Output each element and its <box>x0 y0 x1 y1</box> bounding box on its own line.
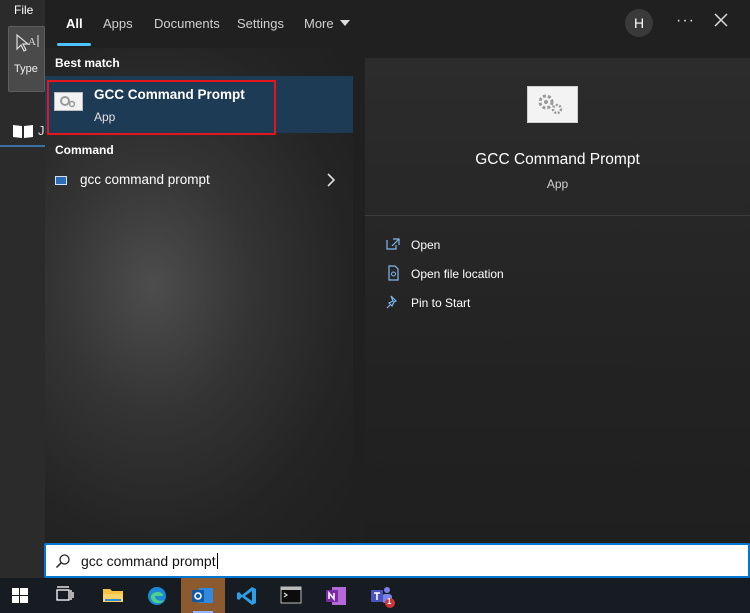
sidebar-letter: J <box>38 123 45 138</box>
start-button[interactable] <box>0 578 44 613</box>
file-menu[interactable]: File <box>14 3 33 17</box>
active-tab-indicator <box>57 43 91 46</box>
tab-more-label: More <box>304 16 334 31</box>
open-file-location-label: Open file location <box>411 267 504 281</box>
open-action-label: Open <box>411 238 441 252</box>
console-icon <box>55 176 67 185</box>
outlook-icon <box>192 588 213 603</box>
best-match-subtitle: App <box>94 110 116 124</box>
gear-app-icon <box>54 92 83 111</box>
open-action[interactable]: Open <box>385 234 635 256</box>
tab-all[interactable]: All <box>66 16 83 31</box>
pin-to-start-action[interactable]: Pin to Start <box>385 292 635 314</box>
book-icon <box>13 125 33 138</box>
folder-icon <box>103 589 123 602</box>
pin-icon <box>386 295 398 309</box>
command-result[interactable]: gcc command prompt <box>45 166 353 194</box>
command-heading: Command <box>55 143 114 157</box>
task-view-button[interactable] <box>44 578 88 613</box>
edge-button[interactable] <box>136 578 180 613</box>
tab-documents[interactable]: Documents <box>154 16 220 31</box>
notification-badge: 1 <box>387 597 392 606</box>
best-match-heading: Best match <box>55 56 120 70</box>
svg-text:A: A <box>28 36 36 48</box>
tab-settings[interactable]: Settings <box>237 16 284 31</box>
search-query: gcc command prompt <box>81 553 218 569</box>
preview-title: GCC Command Prompt <box>475 151 640 168</box>
pin-to-start-label: Pin to Start <box>411 296 471 310</box>
type-tool-button[interactable]: A Type <box>8 26 45 92</box>
gear-icon <box>538 94 563 115</box>
vscode-icon <box>237 587 256 605</box>
close-icon[interactable] <box>713 12 729 28</box>
caret-down-icon <box>339 20 350 26</box>
search-query-text: gcc command prompt <box>81 553 216 569</box>
more-options-button[interactable]: ··· <box>676 12 695 30</box>
teams-icon <box>371 587 395 608</box>
onenote-icon <box>326 587 346 605</box>
vscode-button[interactable] <box>226 578 270 613</box>
task-view-icon <box>56 586 74 601</box>
text-cursor-icon: A <box>16 33 39 52</box>
file-explorer-button[interactable] <box>91 578 135 613</box>
onenote-button[interactable] <box>315 578 359 613</box>
best-match-title: GCC Command Prompt <box>94 87 245 102</box>
chevron-right-icon[interactable] <box>326 173 336 187</box>
preview-app-icon <box>527 86 578 123</box>
file-location-icon <box>388 265 399 281</box>
preview-divider <box>365 215 750 216</box>
search-input[interactable]: gcc command prompt <box>44 543 750 578</box>
open-file-location-action[interactable]: Open file location <box>385 263 635 285</box>
preview-subtitle: App <box>546 177 569 191</box>
terminal-icon <box>280 586 302 604</box>
search-panel: All Apps Documents Settings More H ··· B… <box>45 0 750 583</box>
type-tool-label: Type <box>14 63 38 75</box>
sidebar-divider <box>0 145 45 147</box>
edge-icon <box>148 587 166 605</box>
background-app: File A Type J <box>0 0 45 583</box>
text-caret <box>216 553 218 569</box>
avatar[interactable]: H <box>625 9 653 37</box>
filter-tabs: All Apps Documents Settings More H ··· <box>45 0 750 48</box>
tab-more[interactable]: More <box>304 16 350 31</box>
teams-button[interactable]: 1 <box>360 578 404 613</box>
windows-logo-icon <box>12 588 28 603</box>
open-icon <box>386 238 400 250</box>
search-icon <box>55 554 70 569</box>
taskbar: 1 <box>0 578 750 613</box>
tab-apps[interactable]: Apps <box>103 16 133 31</box>
terminal-button[interactable] <box>270 578 314 613</box>
outlook-button[interactable] <box>181 578 225 613</box>
command-result-label: gcc command prompt <box>80 172 210 187</box>
